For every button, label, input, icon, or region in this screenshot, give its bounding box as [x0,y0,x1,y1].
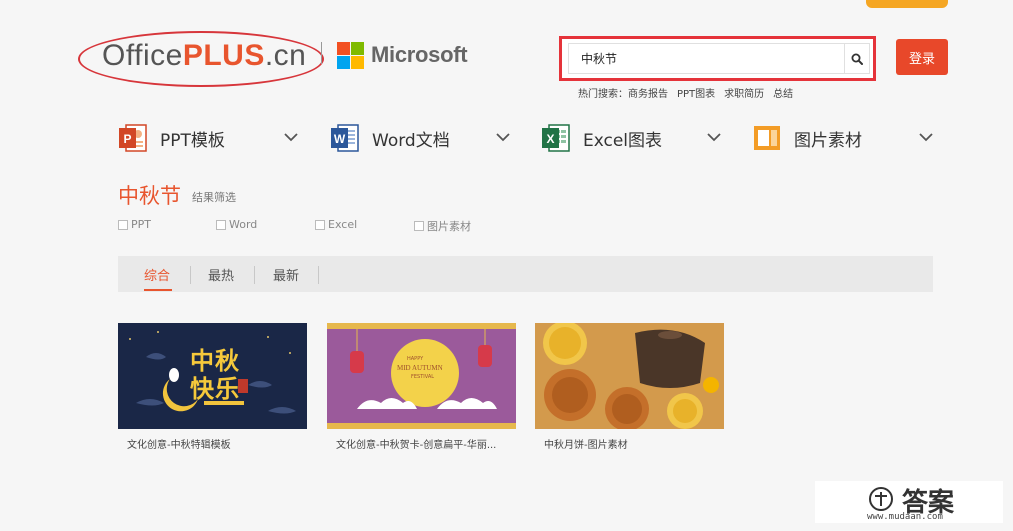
microsoft-label: Microsoft [371,42,468,67]
category-excel[interactable]: X Excel图表 [541,120,662,156]
search-icon [851,53,863,65]
officeplus-logo[interactable]: OfficePLUS.cn [78,31,324,87]
hot-search-link[interactable]: PPT图表 [677,89,715,100]
category-images-label: 图片素材 [794,130,862,151]
thumb-text-2: MID AUTUMN [397,364,443,372]
category-ppt[interactable]: P PPT模板 [118,120,225,156]
hot-searches: 热门搜索：商务报告 PPT图表 求职简历 总结 [578,85,802,100]
chevron-down-icon[interactable] [495,129,511,145]
mooncake-tea-image [535,323,724,429]
card-thumbnail[interactable]: 中秋 快乐 [118,323,307,429]
card-title[interactable]: 文化创意-中秋贺卡-创意扁平-华丽... [336,436,516,451]
search-box-highlight [559,36,876,81]
checkbox[interactable] [216,219,226,230]
top-accent-bar [866,0,948,8]
hot-search-link[interactable]: 总结 [773,89,793,100]
tab-comprehensive[interactable]: 综合 [144,256,170,292]
microsoft-logo[interactable]: Microsoft [337,41,468,69]
chevron-down-icon[interactable] [283,129,299,145]
thumb-text-3: FESTIVAL [411,374,435,380]
logo-cn: .cn [264,39,307,72]
watermark-logo-icon [869,487,893,511]
filter-excel[interactable]: Excel [315,218,357,231]
tab-divider [190,266,191,284]
tab-divider [254,266,255,284]
result-card[interactable]: 中秋月饼-图片素材 [535,323,724,451]
checkbox[interactable] [315,219,325,230]
filter-word[interactable]: Word [216,218,257,231]
logo-plus: PLUS [182,39,265,72]
word-icon: W [331,124,359,152]
tab-newest[interactable]: 最新 [273,256,299,292]
filter-label: Excel [328,218,358,231]
hot-search-link[interactable]: 商务报告 [628,89,668,100]
filter-ppt[interactable]: PPT [118,218,151,231]
card-thumbnail[interactable] [535,323,724,429]
filter-images[interactable]: 图片素材 [414,218,471,234]
tab-hottest[interactable]: 最热 [208,256,234,292]
svg-text:P: P [123,132,131,146]
chevron-down-icon[interactable] [918,129,934,145]
watermark-url: www.mudaan.com [867,512,943,522]
search-button[interactable] [844,43,870,74]
category-word-label: Word文档 [372,130,450,151]
tab-divider [318,266,319,284]
powerpoint-icon: P [119,124,147,152]
thumb-text-2: 快乐 [190,375,240,403]
active-tab-underline [144,289,172,291]
filter-label: Word [229,218,258,231]
microsoft-grid-icon [337,41,364,69]
logo-text: OfficePLUS.cn [102,39,306,73]
chevron-down-icon[interactable] [706,129,722,145]
sort-tabs: 综合 最热 最新 [118,256,933,292]
filter-label: PPT [131,218,151,231]
card-thumbnail[interactable]: HAPPY MID AUTUMN FESTIVAL [327,323,516,429]
hot-searches-label: 热门搜索： [578,89,628,100]
category-excel-label: Excel图表 [583,130,663,151]
search-input[interactable] [568,43,844,74]
checkbox[interactable] [414,221,424,231]
result-card[interactable]: 中秋 快乐 文化创意-中秋特辑模板 [118,323,307,451]
svg-text:X: X [546,132,554,146]
login-button[interactable]: 登录 [896,39,948,75]
category-ppt-label: PPT模板 [160,130,225,151]
excel-icon: X [542,124,570,152]
card-title[interactable]: 中秋月饼-图片素材 [544,436,724,451]
card-title[interactable]: 文化创意-中秋特辑模板 [127,436,307,451]
result-filter-label: 结果筛选 [192,191,236,204]
logo-office: Office [102,39,183,72]
category-images[interactable]: 图片素材 [752,120,862,156]
hot-search-link[interactable]: 求职简历 [724,89,764,100]
watermark: 答案 www.mudaan.com [815,481,1003,523]
thumb-text-1: HAPPY [407,356,424,362]
filter-label: 图片素材 [427,220,471,233]
result-card[interactable]: HAPPY MID AUTUMN FESTIVAL 文化创意-中秋贺卡-创意扁平… [327,323,516,451]
checkbox[interactable] [118,219,128,230]
svg-text:W: W [334,132,346,146]
category-word[interactable]: W Word文档 [330,120,450,156]
result-title: 中秋节 [118,184,181,208]
logo-divider [321,42,322,64]
image-material-icon [754,126,780,150]
